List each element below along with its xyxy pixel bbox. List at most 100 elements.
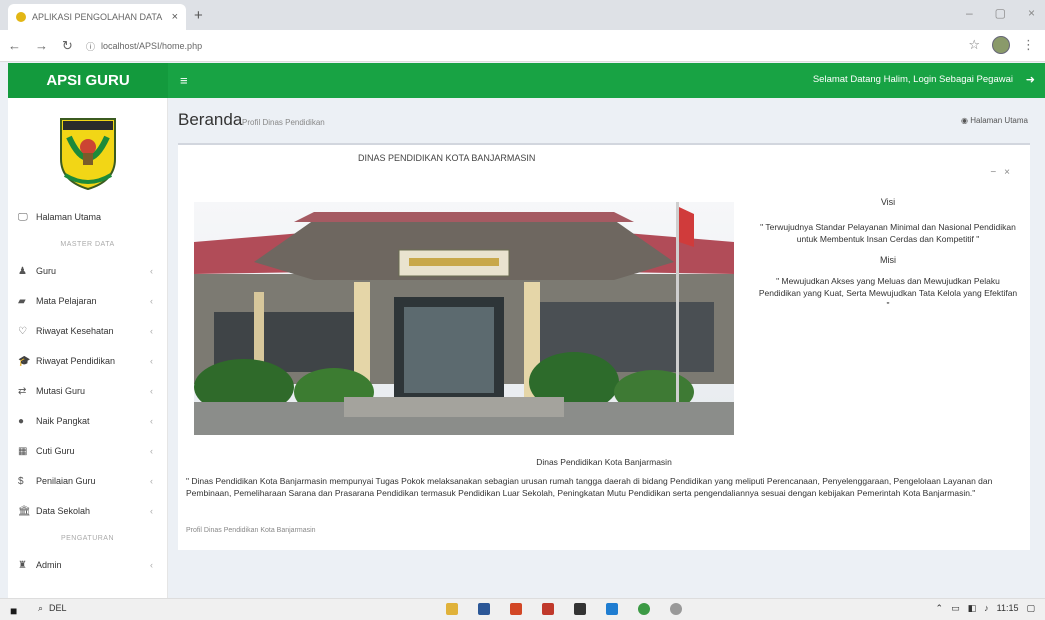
chevron-left-icon: ‹	[150, 446, 153, 456]
profile-avatar[interactable]	[992, 36, 1010, 54]
sidebar-header-pengaturan: PENGATURAN	[60, 534, 115, 542]
notification-icon[interactable]: ▢	[1026, 603, 1035, 614]
sidebar-item-admin[interactable]: ♜ Admin ‹	[8, 550, 167, 580]
reload-icon[interactable]: ↻	[62, 38, 73, 54]
sidebar-item-label: Naik Pangkat	[36, 416, 90, 426]
brand-logo[interactable]: APSI GURU	[8, 63, 168, 98]
chevron-left-icon: ‹	[150, 326, 153, 336]
photo-caption: Dinas Pendidikan Kota Banjarmasin	[536, 457, 672, 467]
sidebar-item-mata-pelajaran[interactable]: ▰ Mata Pelajaran ‹	[8, 286, 167, 316]
powerpoint-icon[interactable]	[510, 603, 522, 615]
breadcrumb[interactable]: ◉ Halaman Utama	[961, 116, 1028, 125]
dollar-icon: $	[18, 475, 24, 487]
sidebar-item-riwayat-pendidikan[interactable]: 🎓 Riwayat Pendidikan ‹	[8, 346, 167, 376]
browser-tab[interactable]: APLIKASI PENGOLAHAN DATA ×	[8, 4, 186, 30]
sidebar-header-master-data: MASTER DATA	[60, 240, 115, 248]
window-controls: – ▢ ×	[966, 6, 1035, 20]
office-photo	[194, 202, 734, 435]
system-tray: ⌃ ▭ ◧ ♪ 11:15 ▢	[936, 603, 1035, 614]
pdf-icon[interactable]	[542, 603, 554, 615]
new-tab-icon[interactable]: +	[194, 7, 203, 24]
heart-icon: ♡	[18, 325, 27, 337]
chevron-left-icon: ‹	[150, 356, 153, 366]
favicon-icon	[16, 12, 26, 22]
address-tools: ☆ ⋮	[968, 36, 1035, 54]
users-icon: ♟	[18, 265, 27, 277]
word-icon[interactable]	[478, 603, 490, 615]
sidebar-item-mutasi-guru[interactable]: ⇄ Mutasi Guru ‹	[8, 376, 167, 406]
bank-icon: 🏛	[18, 505, 31, 517]
sidebar-item-penilaian-guru[interactable]: $ Penilaian Guru ‹	[8, 466, 167, 496]
remove-icon[interactable]: ×	[1004, 167, 1018, 178]
taskbar-search-text: DEL	[49, 603, 67, 613]
forward-icon[interactable]: →	[35, 38, 48, 54]
sidebar-item-label: Halaman Utama	[36, 212, 102, 222]
minimize-icon[interactable]: –	[966, 6, 973, 20]
info-icon[interactable]: ⓘ	[86, 40, 95, 53]
taskbar-search[interactable]: ⌕ DEL	[38, 603, 67, 614]
menu-toggle-icon[interactable]: ≡	[180, 73, 188, 88]
sidebar-item-riwayat-kesehatan[interactable]: ♡ Riwayat Kesehatan ‹	[8, 316, 167, 346]
content-header: Beranda Profil Dinas Pendidikan ◉ Halama…	[178, 110, 1038, 136]
profile-box: DINAS PENDIDIKAN KOTA BANJARMASIN −× Vis…	[178, 143, 1030, 550]
monitor-icon: 🖵	[18, 211, 28, 223]
footer-note: Profil Dinas Pendidikan Kota Banjarmasin	[186, 527, 316, 534]
maximize-icon[interactable]: ▢	[995, 6, 1006, 20]
menu-dots-icon[interactable]: ⋮	[1022, 37, 1035, 53]
url-text: localhost/APSI/home.php	[101, 41, 203, 51]
page-title: Beranda	[178, 110, 243, 129]
back-icon[interactable]: ←	[8, 38, 21, 54]
visi-title: Visi	[880, 197, 896, 207]
misi-title: Misi	[880, 255, 896, 265]
chevron-left-icon: ‹	[150, 386, 153, 396]
sidebar-item-label: Mutasi Guru	[36, 386, 86, 396]
book-icon: ▰	[18, 295, 26, 307]
tray-chevron-icon[interactable]: ⌃	[936, 603, 944, 614]
sidebar-item-label: Guru	[36, 266, 57, 276]
sidebar-item-label: Cuti Guru	[36, 446, 75, 456]
sidebar-item-label: Penilaian Guru	[36, 476, 96, 486]
vscode-icon[interactable]	[606, 603, 618, 615]
clock[interactable]: 11:15	[997, 603, 1019, 614]
url-input[interactable]: ⓘ localhost/APSI/home.php	[86, 36, 966, 56]
calendar-icon: ▦	[18, 445, 28, 457]
sidebar-item-guru[interactable]: ♟ Guru ‹	[8, 256, 167, 286]
terminal-icon[interactable]	[574, 603, 586, 615]
tab-close-icon[interactable]: ×	[172, 11, 178, 23]
banjarmasin-logo-icon	[59, 118, 116, 191]
exchange-icon: ⇄	[18, 385, 27, 397]
visi-text: " Terwujudnya Standar Pelayanan Minimal …	[760, 222, 1016, 244]
sidebar-item-label: Mata Pelajaran	[36, 296, 97, 306]
sidebar-item-halaman-utama[interactable]: 🖵 Halaman Utama	[8, 202, 167, 232]
circle-icon: ●	[18, 415, 25, 427]
box-tools: −×	[990, 167, 1018, 178]
welcome-text: Selamat Datang Halim, Login Sebagai Pega…	[812, 74, 1013, 85]
tab-title: APLIKASI PENGOLAHAN DATA	[32, 12, 163, 22]
sidebar-item-label: Riwayat Pendidikan	[36, 356, 116, 366]
app-header: APSI GURU ≡ Selamat Datang Halim, Login …	[8, 63, 1045, 98]
windows-start-icon[interactable]: ■	[10, 604, 17, 618]
volume-icon[interactable]: ♪	[984, 603, 989, 614]
sidebar: 🖵 Halaman Utama MASTER DATA ♟ Guru ‹ ▰ M…	[8, 98, 168, 598]
logo-area	[8, 98, 167, 202]
chevron-left-icon: ‹	[150, 416, 153, 426]
dashboard-icon: ◉	[960, 116, 971, 125]
chevron-left-icon: ‹	[150, 266, 153, 276]
browser-icon[interactable]	[670, 603, 682, 615]
graduation-cap-icon: 🎓	[18, 355, 31, 367]
misi-text: " Mewujudkan Akses yang Meluas dan Mewuj…	[758, 276, 1018, 310]
file-explorer-icon[interactable]	[446, 603, 458, 615]
sidebar-item-label: Riwayat Kesehatan	[36, 326, 114, 336]
sidebar-item-cuti-guru[interactable]: ▦ Cuti Guru ‹	[8, 436, 167, 466]
sidebar-item-data-sekolah[interactable]: 🏛 Data Sekolah ‹	[8, 496, 167, 526]
chevron-left-icon: ‹	[150, 296, 153, 306]
chrome-icon[interactable]	[638, 603, 650, 615]
building-image-icon	[194, 202, 734, 435]
sidebar-item-naik-pangkat[interactable]: ● Naik Pangkat ‹	[8, 406, 167, 436]
logout-icon[interactable]: ➜	[1026, 73, 1035, 86]
star-icon[interactable]: ☆	[968, 37, 980, 53]
network-icon[interactable]: ◧	[968, 603, 977, 614]
close-window-icon[interactable]: ×	[1028, 6, 1035, 20]
battery-icon[interactable]: ▭	[951, 603, 960, 614]
collapse-icon[interactable]: −	[990, 167, 1004, 178]
